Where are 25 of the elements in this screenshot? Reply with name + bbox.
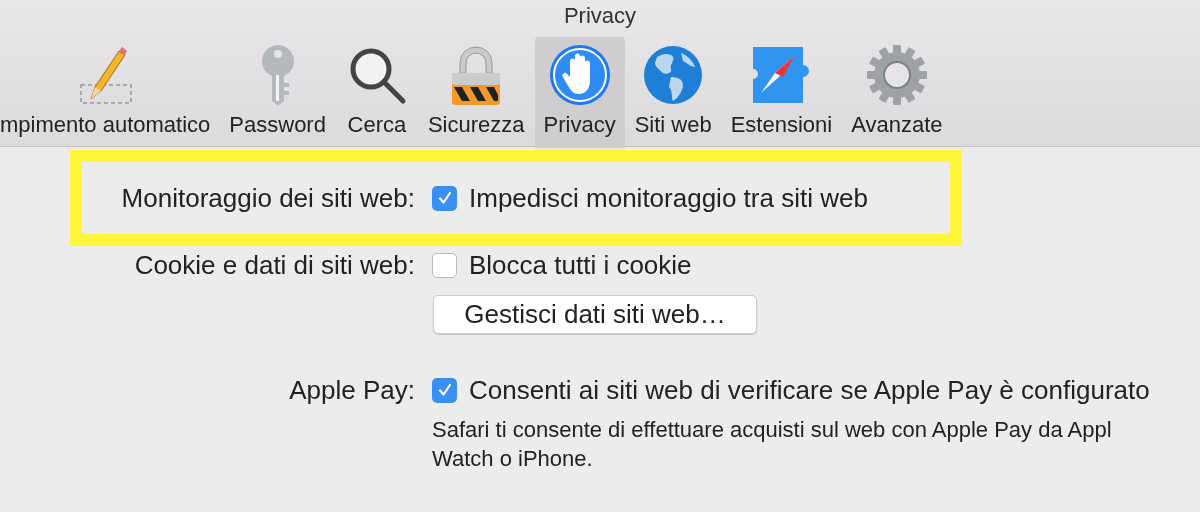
checkbox[interactable] [432, 185, 457, 211]
checkbox[interactable] [432, 377, 457, 403]
checkmark-icon [436, 190, 453, 206]
manage-data-button[interactable]: Gestisci dati siti web… [433, 295, 757, 334]
description-text: Watch o iPhone. [432, 446, 593, 471]
setting-label: Cookie e dati di siti web: [133, 249, 415, 281]
toolbar-tab[interactable]: Siti web [625, 37, 721, 148]
toolbar-tab[interactable]: Privacy [534, 37, 625, 148]
toolbar-tab[interactable]: Avanzate [842, 37, 952, 148]
setting-label: Monitoraggio dei siti web: [120, 182, 415, 214]
description-text: Safari ti consente di effettuare acquisti sul web con Apple Pay da Appl [432, 417, 1112, 442]
toolbar-tab[interactable]: Sicurezza [418, 37, 534, 148]
setting-label: Apple Pay: [288, 374, 415, 406]
checkbox-label: Blocca tutti i cookie [469, 249, 692, 281]
checkmark-icon [436, 382, 453, 398]
toolbar-tab[interactable]: mpimento automatico [0, 37, 220, 148]
toolbar-tab[interactable]: Cerca [335, 37, 418, 148]
toolbar-tab[interactable]: Estensioni [721, 37, 842, 148]
checkbox[interactable] [432, 252, 457, 278]
checkbox-label: Consenti ai siti web di verificare se Apple Pay è configurato [469, 374, 1150, 406]
window-title: Privacy [562, 2, 638, 30]
hand-icon [547, 43, 612, 107]
checkbox-label: Impedisci monitoraggio tra siti web [469, 182, 868, 214]
settings-icon [864, 43, 929, 107]
toolbar-tab[interactable]: Password [220, 37, 335, 148]
